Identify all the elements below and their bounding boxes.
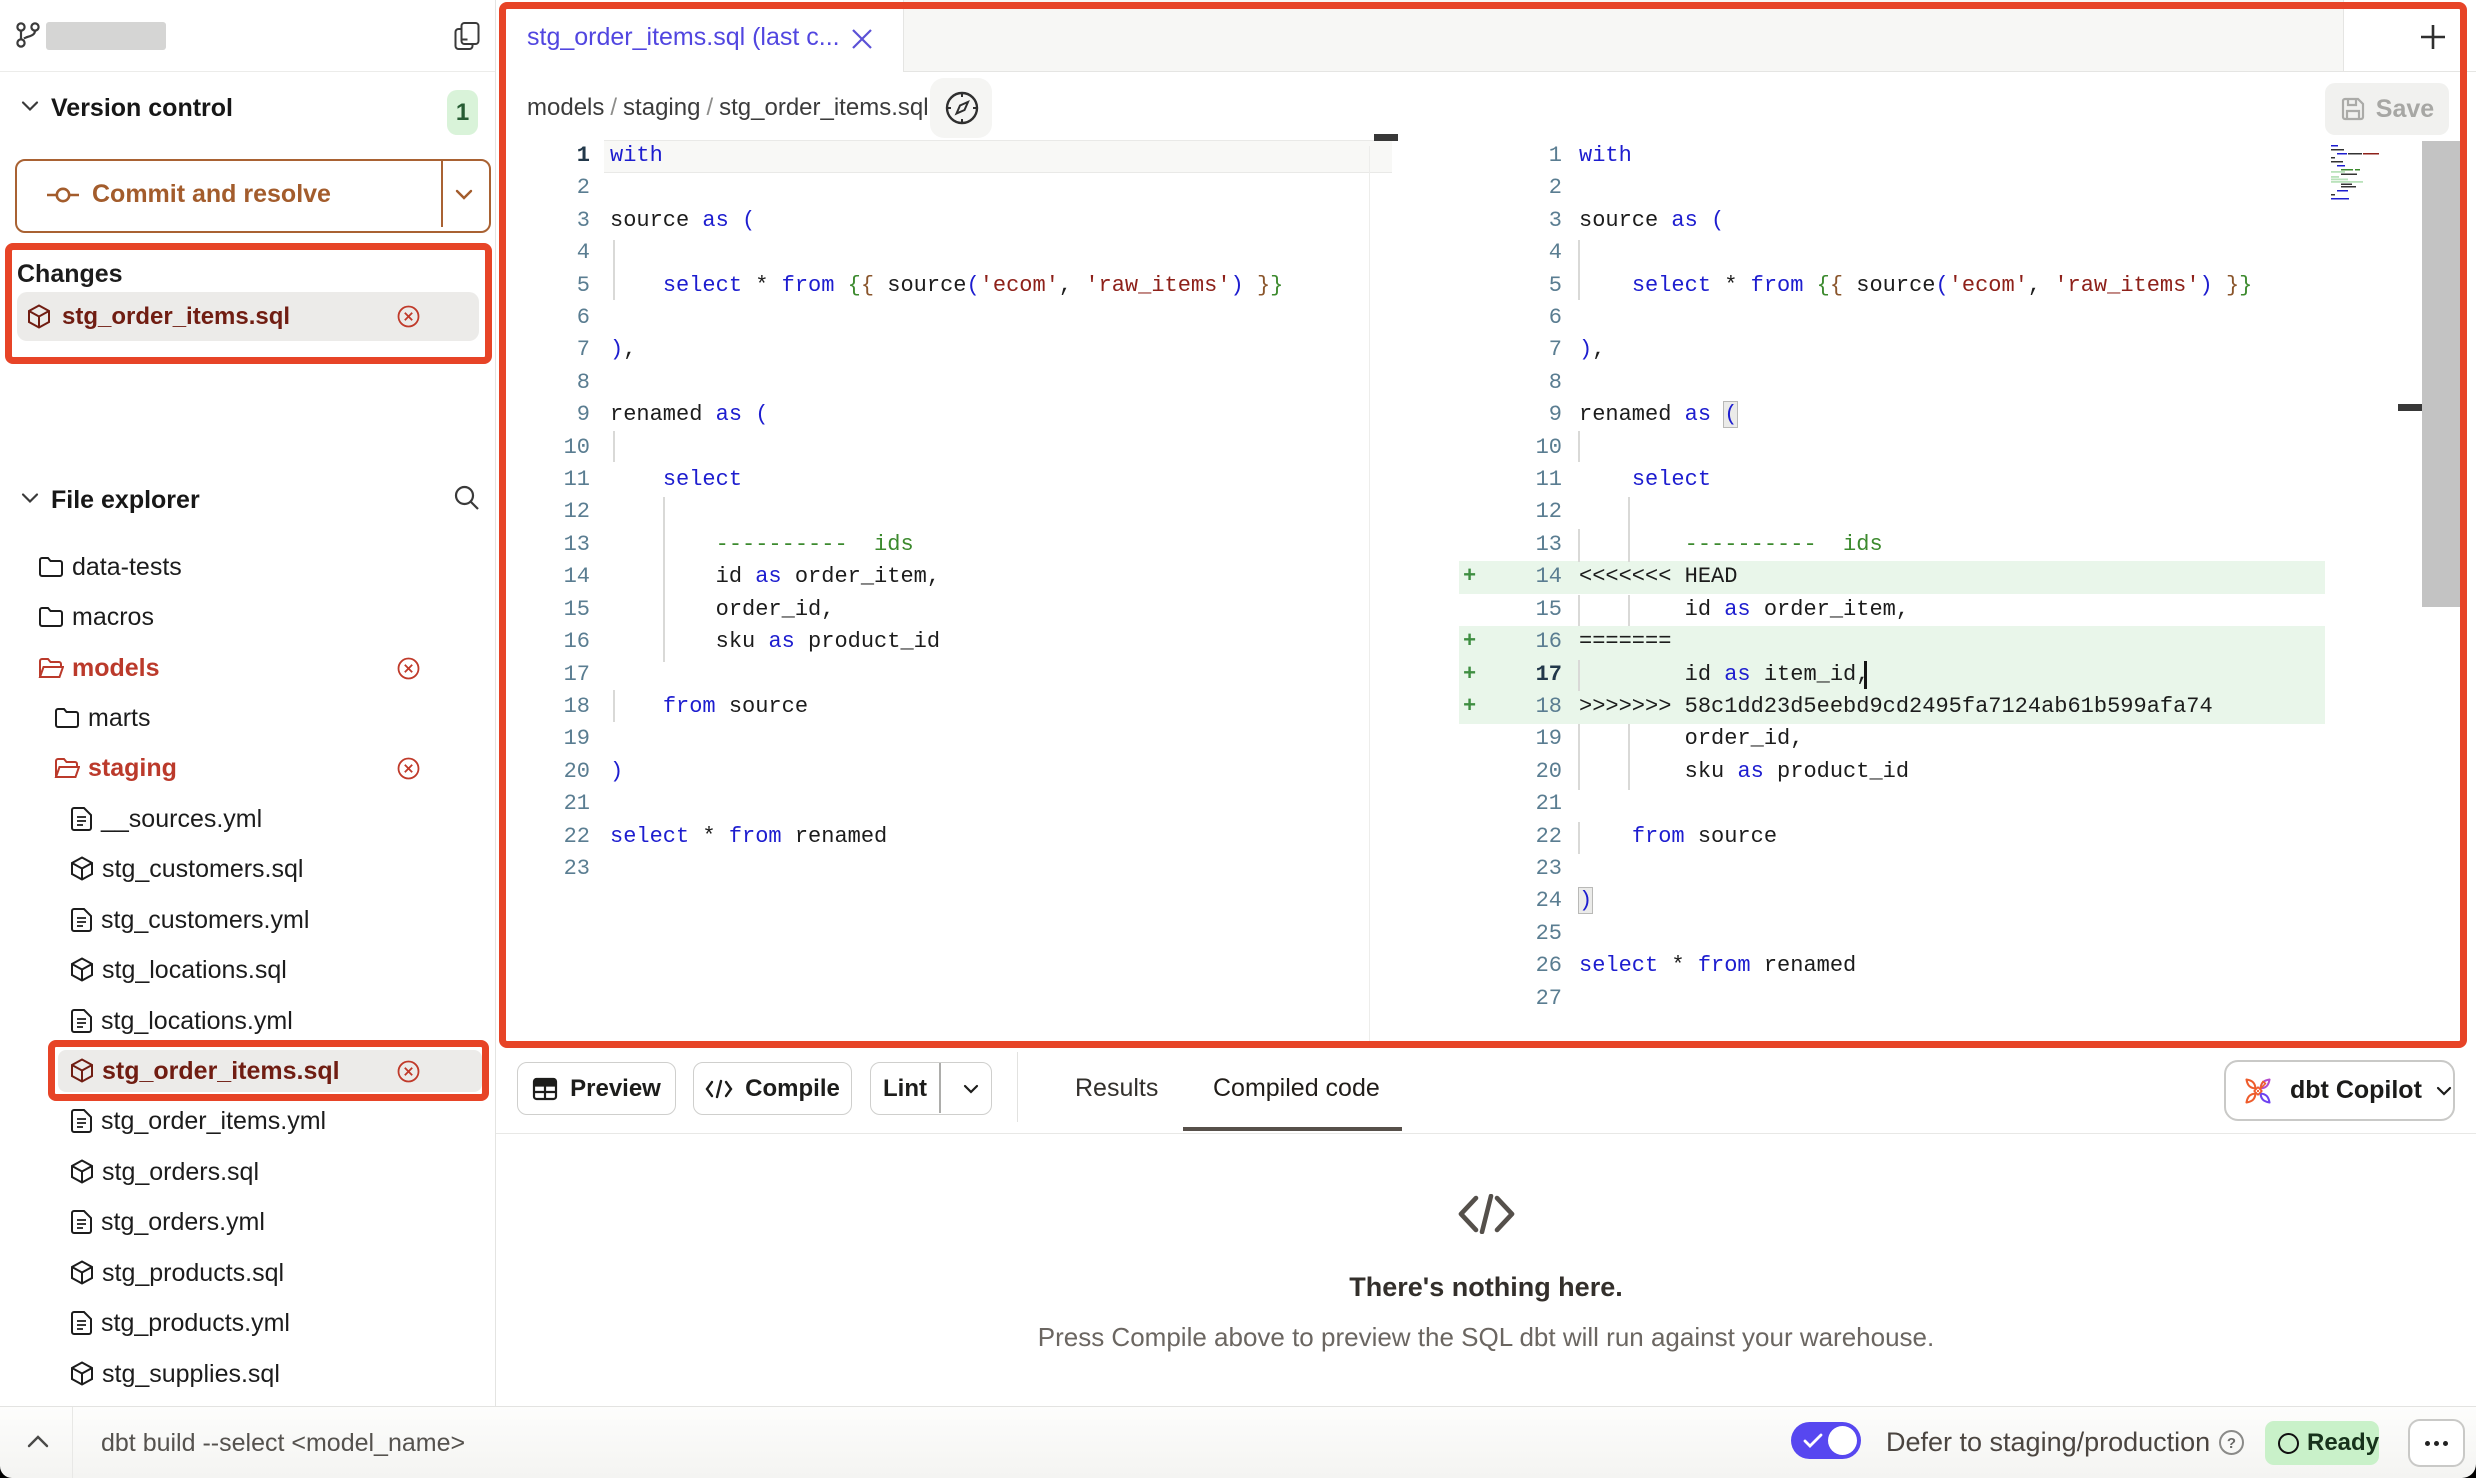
svg-text:?: ? xyxy=(2227,1435,2236,1452)
